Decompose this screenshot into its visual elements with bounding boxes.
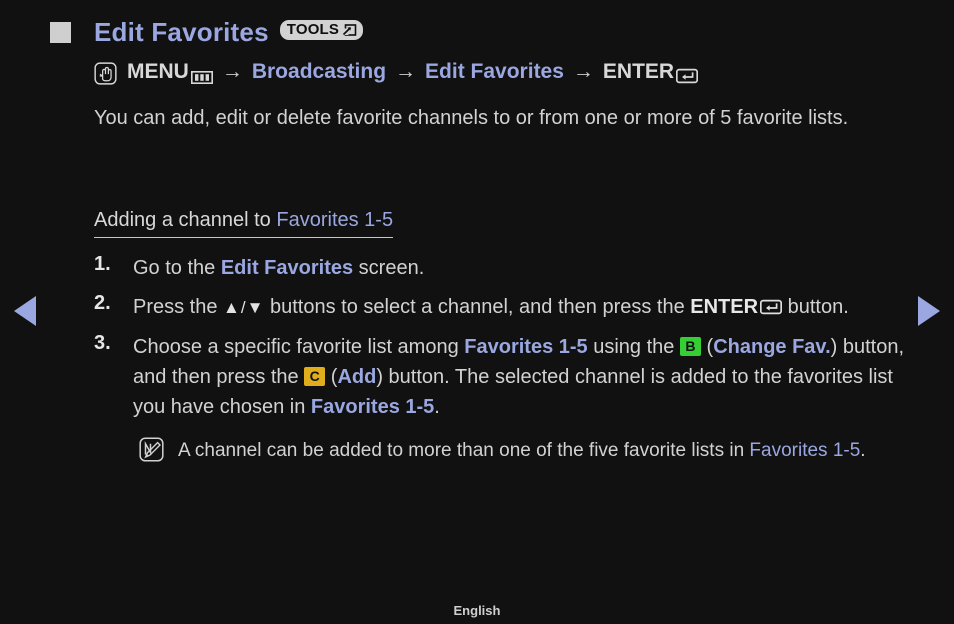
section-heading-prefix: Adding a channel to xyxy=(94,209,277,231)
next-page-arrow-icon[interactable] xyxy=(918,296,940,326)
change-fav-label: Change Fav. xyxy=(713,336,831,358)
section-heading-highlight: Favorites 1-5 xyxy=(276,209,394,231)
steps-list: 1. Go to the Edit Favorites screen. 2. P… xyxy=(94,253,914,475)
note-text-prefix: A channel can be added to more than one … xyxy=(178,440,750,461)
bullet-square-icon xyxy=(50,22,71,43)
menu-path-enter-label: ENTER xyxy=(602,60,675,83)
step-number: 2. xyxy=(94,292,111,314)
tools-badge-label: TOOLS xyxy=(286,20,340,38)
step-text-part: ( xyxy=(325,366,338,388)
step-text-part: buttons to select a channel, and then pr… xyxy=(264,296,691,318)
step-text-part: button. xyxy=(782,296,849,318)
step-text-part: . xyxy=(434,396,440,418)
step-text-highlight: Favorites 1-5 xyxy=(310,396,435,418)
list-item: 1. Go to the Edit Favorites screen. xyxy=(94,253,914,283)
intro-paragraph: You can add, edit or delete favorite cha… xyxy=(94,107,849,129)
menu-path-item-broadcasting[interactable]: Broadcasting xyxy=(252,60,386,84)
step-number: 1. xyxy=(94,253,111,275)
menu-label: MENU xyxy=(127,60,189,83)
step-text-highlight: Edit Favorites xyxy=(220,257,354,279)
enter-key-label: ENTER xyxy=(690,296,759,318)
page-title: Edit Favorites xyxy=(94,17,269,47)
step-text: Choose a specific favorite list among Fa… xyxy=(133,332,914,466)
manual-page: Edit Favorites TOOLS MENU → Broadcasting… xyxy=(0,0,954,624)
hand-press-icon xyxy=(94,61,117,85)
up-down-arrow-icon: ▲/▼ xyxy=(223,298,265,317)
menu-path-item-edit-favorites[interactable]: Edit Favorites xyxy=(425,60,564,84)
footer-language: English xyxy=(453,603,501,618)
step-text-highlight: Favorites 1-5 xyxy=(464,336,588,358)
page-title-row: Edit Favorites TOOLS xyxy=(50,17,364,48)
enter-return-icon xyxy=(676,66,699,84)
list-item: 2. Press the ▲/▼ buttons to select a cha… xyxy=(94,292,914,323)
note-text-suffix: . xyxy=(860,440,866,461)
c-button-badge-icon: C xyxy=(304,367,326,386)
step-text-part: ( xyxy=(700,336,714,358)
step-text: Press the ▲/▼ buttons to select a channe… xyxy=(133,292,914,323)
note-text: A channel can be added to more than one … xyxy=(178,435,914,466)
section-heading: Adding a channel to Favorites 1-5 xyxy=(94,209,394,238)
prev-page-arrow-icon[interactable] xyxy=(14,296,36,326)
note-block: A channel can be added to more than one … xyxy=(139,435,914,466)
enter-return-icon xyxy=(760,294,783,315)
b-button-badge-icon: B xyxy=(679,337,701,356)
menu-path-arrow-3: → xyxy=(572,60,594,83)
step-text-part: Go to the xyxy=(133,257,221,279)
step-text-part: Press the xyxy=(133,296,224,318)
note-text-highlight: Favorites 1-5 xyxy=(749,440,861,461)
step-text-part: Choose a specific favorite list among xyxy=(133,336,465,358)
step-text: Go to the Edit Favorites screen. xyxy=(133,253,914,283)
menu-path-arrow-2: → xyxy=(395,60,417,83)
tools-arrow-box-icon xyxy=(341,23,357,37)
step-number: 3. xyxy=(94,332,111,354)
menu-path-arrow-1: → xyxy=(221,60,243,83)
tools-badge[interactable]: TOOLS xyxy=(279,19,364,40)
add-label: Add xyxy=(337,366,377,388)
list-item: 3. Choose a specific favorite list among… xyxy=(94,332,914,466)
menu-path: MENU → Broadcasting → Edit Favorites → E… xyxy=(94,60,699,85)
step-text-part: screen. xyxy=(353,257,425,279)
note-pencil-icon xyxy=(139,437,164,462)
menu-grid-icon xyxy=(190,66,213,84)
step-text-part: using the xyxy=(587,336,680,358)
